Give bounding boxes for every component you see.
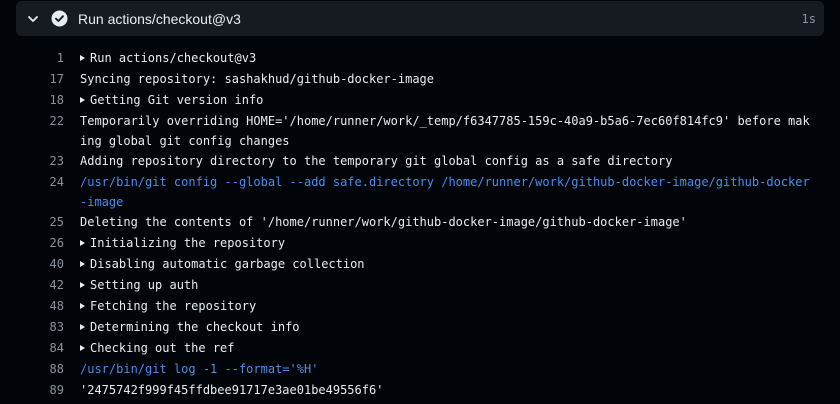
log-line: 89 '2475742f999f45ffdbee91717e3ae01be495… [16,380,824,400]
log-group-run[interactable]: 1 Run actions/checkout@v3 [16,48,824,68]
triangle-right-icon[interactable] [80,55,85,61]
line-number[interactable]: 88 [16,359,64,379]
line-number[interactable]: 22 [16,111,64,131]
line-number[interactable]: 48 [16,296,64,316]
log-text: Fetching the repository [90,299,257,313]
log-text: Determining the checkout info [90,320,300,334]
log-group-init-repo[interactable]: 26 Initializing the repository [16,233,824,253]
line-number[interactable]: 1 [16,48,64,68]
line-number[interactable]: 18 [16,90,64,110]
line-number[interactable]: 17 [16,69,64,89]
log-group-checkout-ref[interactable]: 84 Checking out the ref [16,338,824,358]
log-command-text: /usr/bin/git config --global --add safe.… [80,175,810,209]
log-line: 22 Temporarily overriding HOME='/home/ru… [16,111,824,151]
log-group-checkout-info[interactable]: 83 Determining the checkout info [16,317,824,337]
log-text: Syncing repository: sashakhud/github-doc… [80,72,435,86]
step-header-checkout[interactable]: Run actions/checkout@v3 1s [16,1,824,36]
triangle-right-icon[interactable] [80,345,85,351]
log-group-fetch[interactable]: 48 Fetching the repository [16,296,824,316]
triangle-right-icon[interactable] [80,324,85,330]
check-circle-icon [51,10,68,27]
line-number[interactable]: 40 [16,254,64,274]
line-number[interactable]: 84 [16,338,64,358]
log-text: Disabling automatic garbage collection [90,257,365,271]
log-text: Run actions/checkout@v3 [90,51,257,65]
triangle-right-icon[interactable] [80,261,85,267]
step-duration: 1s [801,11,816,26]
triangle-right-icon[interactable] [80,303,85,309]
step-title: Run actions/checkout@v3 [78,10,241,27]
log-line: 17 Syncing repository: sashakhud/github-… [16,69,824,89]
log-group-disable-gc[interactable]: 40 Disabling automatic garbage collectio… [16,254,824,274]
log-text: Deleting the contents of '/home/runner/w… [80,215,687,229]
log-line-command: 24 /usr/bin/git config --global --add sa… [16,172,824,212]
log-text: Checking out the ref [90,341,235,355]
log-text: Setting up auth [90,278,199,292]
line-number[interactable]: 42 [16,275,64,295]
log-line-command: 88 /usr/bin/git log -1 --format='%H' [16,359,824,379]
line-number[interactable]: 23 [16,151,64,171]
triangle-right-icon[interactable] [80,282,85,288]
line-number[interactable]: 25 [16,212,64,232]
log-text: Initializing the repository [90,236,286,250]
log-output: 1 Run actions/checkout@v3 17 Syncing rep… [16,48,824,401]
line-number[interactable]: 89 [16,380,64,400]
log-text: Adding repository directory to the tempo… [80,154,673,168]
log-line: 25 Deleting the contents of '/home/runne… [16,212,824,232]
line-number[interactable]: 24 [16,172,64,192]
triangle-right-icon[interactable] [80,97,85,103]
log-group-setup-auth[interactable]: 42 Setting up auth [16,275,824,295]
line-number[interactable]: 26 [16,233,64,253]
chevron-down-icon[interactable] [25,11,41,27]
triangle-right-icon[interactable] [80,240,85,246]
log-text: '2475742f999f45ffdbee91717e3ae01be49556f… [80,383,384,397]
line-number[interactable]: 83 [16,317,64,337]
log-text: Getting Git version info [90,93,264,107]
log-line: 23 Adding repository directory to the te… [16,151,824,171]
log-command-text: /usr/bin/git log -1 --format='%H' [80,362,319,376]
log-group-git-version[interactable]: 18 Getting Git version info [16,90,824,110]
log-text: Temporarily overriding HOME='/home/runne… [80,114,810,148]
